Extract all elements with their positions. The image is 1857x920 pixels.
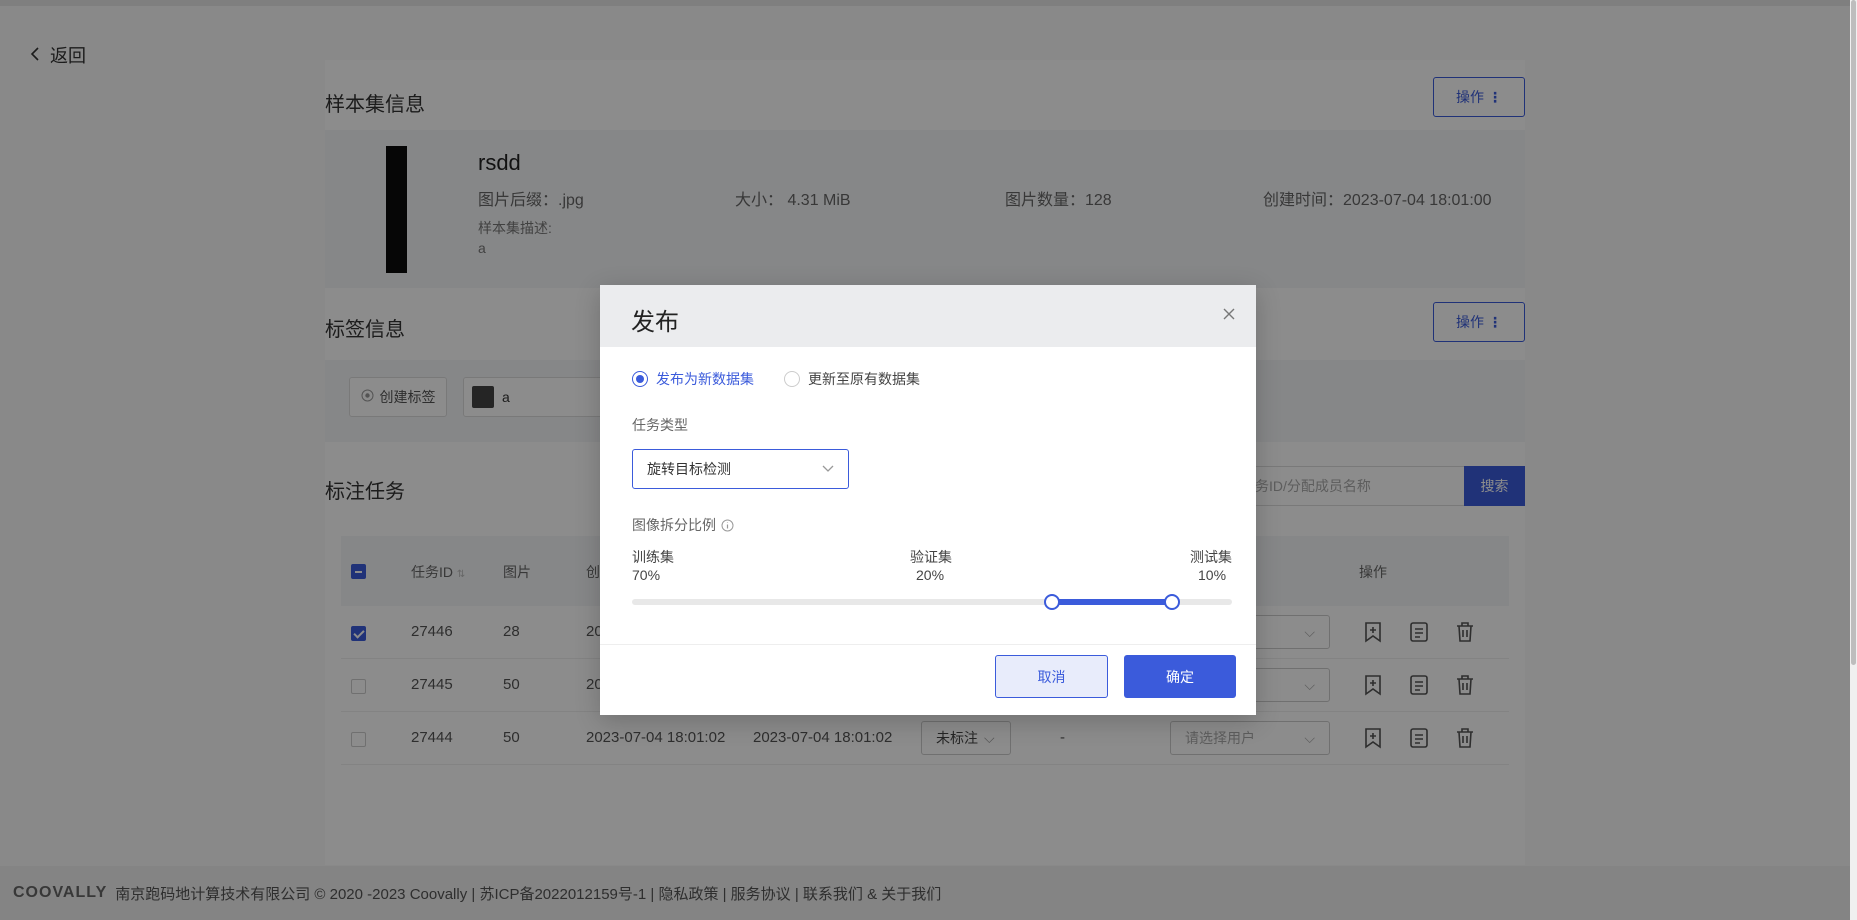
radio-update-dataset[interactable]: 更新至原有数据集 bbox=[784, 369, 920, 389]
dialog-title: 发布 bbox=[631, 309, 679, 336]
task-type-select[interactable]: 旋转目标检测 bbox=[632, 449, 849, 489]
cancel-button[interactable]: 取消 bbox=[995, 655, 1108, 698]
train-set-label: 训练集 bbox=[632, 549, 674, 565]
dialog-header: 发布 bbox=[600, 285, 1256, 347]
radio-new-label: 发布为新数据集 bbox=[656, 371, 754, 387]
confirm-button[interactable]: 确定 bbox=[1124, 655, 1236, 698]
close-icon[interactable] bbox=[1220, 305, 1238, 323]
val-set-value: 20% bbox=[916, 567, 945, 583]
test-set-value: 10% bbox=[1198, 567, 1227, 583]
train-set-value: 70% bbox=[632, 567, 661, 583]
split-slider-handle-val[interactable] bbox=[1164, 594, 1180, 610]
radio-new-dataset[interactable]: 发布为新数据集 bbox=[632, 369, 754, 389]
radio-update-label: 更新至原有数据集 bbox=[808, 371, 920, 387]
split-ratio-label: 图像拆分比例 bbox=[632, 515, 734, 535]
radio-unselected-icon bbox=[784, 371, 800, 387]
info-icon[interactable] bbox=[721, 519, 734, 532]
task-type-label: 任务类型 bbox=[632, 417, 688, 433]
publish-dialog: 发布 发布为新数据集 更新至原有数据集 任务类型 旋转目标检测 图像拆分比例 训… bbox=[600, 285, 1256, 715]
split-slider-handle-train[interactable] bbox=[1044, 594, 1060, 610]
publish-mode-group: 发布为新数据集 更新至原有数据集 bbox=[632, 369, 920, 389]
split-slider-range bbox=[1052, 599, 1172, 605]
task-type-value: 旋转目标检测 bbox=[647, 461, 731, 477]
test-set-label: 测试集 bbox=[1190, 549, 1232, 565]
dialog-footer-divider bbox=[600, 644, 1256, 645]
val-set-label: 验证集 bbox=[910, 549, 952, 565]
split-slider-track[interactable] bbox=[632, 599, 1232, 605]
scrollbar-thumb[interactable] bbox=[1851, 0, 1856, 665]
radio-selected-icon bbox=[632, 371, 648, 387]
chevron-down-icon bbox=[822, 465, 834, 472]
